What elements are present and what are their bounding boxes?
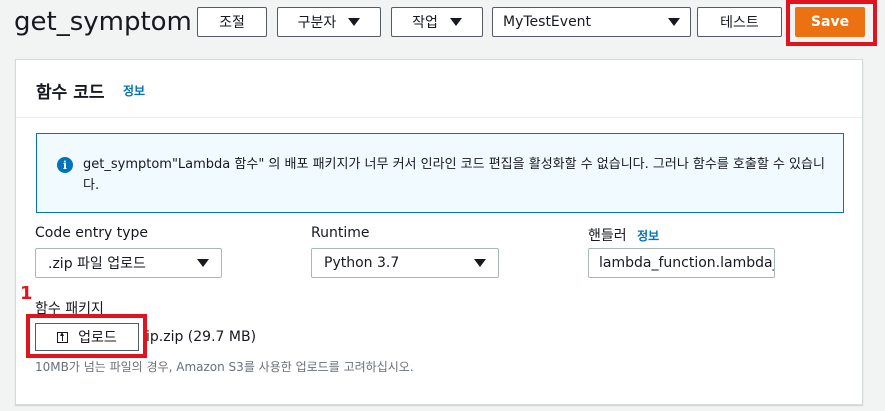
info-link[interactable]: 정보 (123, 82, 145, 99)
test-event-value: MyTestEvent (503, 14, 592, 30)
handler-label-row: 핸들러 정보 (588, 225, 659, 245)
code-entry-value: .zip 파일 업로드 (48, 256, 146, 272)
runtime-value: Python 3.7 (324, 255, 400, 271)
actions-dropdown[interactable]: 작업 (391, 7, 483, 37)
actions-label: 작업 (412, 15, 438, 31)
caret-down-icon (197, 259, 209, 267)
page-title: get_symptom (14, 7, 192, 37)
test-label: 테스트 (720, 15, 759, 31)
highlight-save (786, 0, 877, 46)
panel-title: 함수 코드 (36, 83, 105, 103)
caret-down-icon (449, 18, 462, 26)
handler-input[interactable]: lambda_function.lambda_ (588, 248, 775, 278)
runtime-label: Runtime (311, 225, 370, 241)
code-entry-select[interactable]: .zip 파일 업로드 (35, 248, 222, 278)
qualifiers-label: 구분자 (297, 15, 337, 31)
highlight-upload (26, 314, 147, 358)
throttle-label: 조절 (219, 15, 245, 31)
caret-down-icon (348, 18, 361, 26)
upload-hint: 10MB가 넘는 파일의 경우, Amazon S3를 사용한 업로드를 고려하… (35, 360, 414, 374)
panel-header: 함수 코드 정보 (16, 60, 862, 118)
runtime-select[interactable]: Python 3.7 (311, 248, 499, 278)
file-name: ip.zip (29.7 MB) (146, 329, 257, 345)
alert-text: get_symptom"Lambda 함수" 의 배포 패키지가 너무 커서 인… (83, 157, 825, 193)
code-entry-label: Code entry type (35, 225, 149, 241)
handler-label: 핸들러 (588, 228, 627, 244)
info-icon: i (57, 157, 73, 173)
caret-down-icon (474, 259, 486, 267)
marker-1: 1 (20, 283, 33, 304)
qualifiers-dropdown[interactable]: 구분자 (277, 7, 381, 37)
throttle-button[interactable]: 조절 (197, 7, 267, 37)
test-event-select[interactable]: MyTestEvent (492, 7, 691, 37)
test-button[interactable]: 테스트 (697, 7, 782, 37)
handler-info-link[interactable]: 정보 (637, 229, 659, 243)
caret-down-icon (668, 18, 680, 26)
info-alert: i get_symptom"Lambda 함수" 의 배포 패키지가 너무 커서… (36, 133, 844, 213)
